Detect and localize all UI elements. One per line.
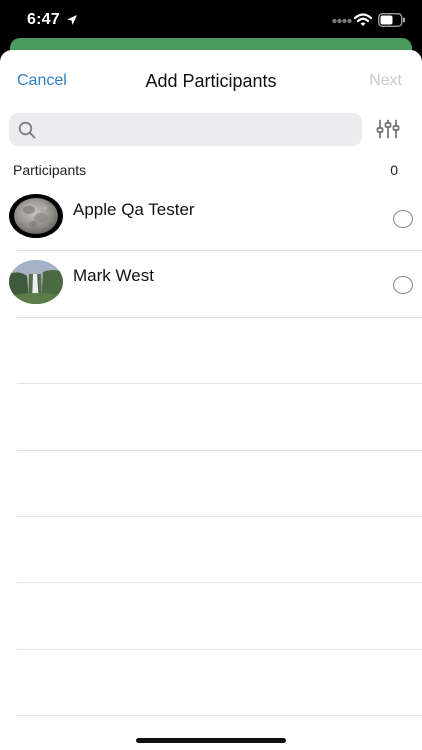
add-participants-sheet: Cancel Add Participants Next Participant… [0,50,422,750]
search-input[interactable] [43,113,353,146]
row-divider [17,649,422,650]
participants-count: 0 [390,162,398,178]
avatar [9,194,63,238]
row-divider [17,516,422,517]
participants-header: Participants [13,162,87,178]
filter-sliders-icon[interactable] [376,119,400,139]
row-divider [17,383,422,384]
participant-row[interactable]: Apple Qa Tester [0,185,422,251]
next-button[interactable]: Next [369,72,402,90]
avatar [9,260,63,304]
search-bar[interactable] [9,113,362,146]
location-arrow-icon [67,15,77,25]
select-radio[interactable] [393,276,413,294]
nav-bar: Cancel Add Participants Next [0,50,422,112]
row-divider [17,450,422,451]
page-title: Add Participants [145,71,277,91]
wifi-icon [354,13,372,26]
home-indicator[interactable] [136,738,286,743]
status-time: 6:47 [27,11,60,28]
cell-signal-icon [332,18,352,24]
waterfall-photo-icon [9,260,63,304]
search-icon [18,121,36,139]
screen: 6:47 Cancel Add Participants Next Partic… [0,0,422,750]
status-bar: 6:47 [0,0,422,40]
participant-name: Apple Qa Tester [73,200,195,219]
select-radio[interactable] [393,210,413,228]
row-divider [17,317,422,318]
participant-name: Mark West [73,266,154,285]
participant-row[interactable]: Mark West [0,251,422,317]
row-divider [17,582,422,583]
battery-icon [378,13,405,27]
row-divider [17,715,422,716]
moon-photo-icon [9,194,63,238]
